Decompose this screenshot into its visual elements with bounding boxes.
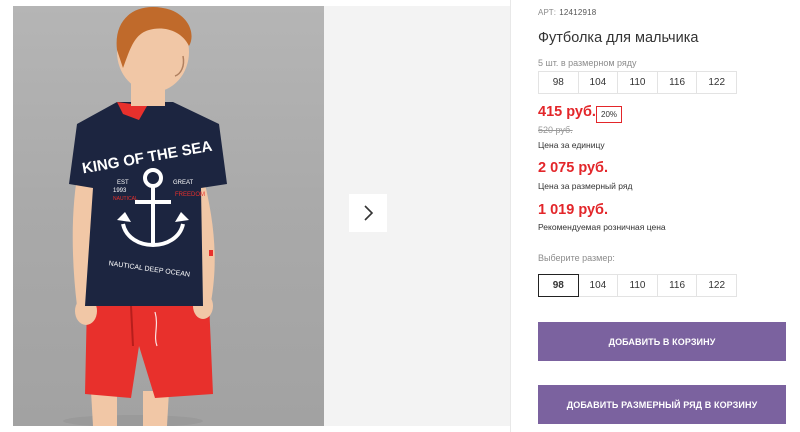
size-option-122[interactable]: 122 bbox=[696, 274, 737, 297]
size-row-item: 122 bbox=[696, 71, 737, 94]
discount-badge: 20% bbox=[596, 106, 623, 123]
size-option-110[interactable]: 110 bbox=[617, 274, 658, 297]
row-price-caption: Цена за размерный ряд bbox=[538, 181, 633, 191]
product-gallery: KING OF THE SEA EST 1993 NAUTICAL GREAT … bbox=[0, 0, 511, 432]
size-option-104[interactable]: 104 bbox=[577, 274, 619, 297]
row-price: 2 075 руб. bbox=[538, 160, 609, 176]
size-row-item: 104 bbox=[577, 71, 619, 94]
unit-price: 415 руб. bbox=[538, 104, 596, 120]
gallery-next-button[interactable] bbox=[349, 194, 387, 232]
size-option-98[interactable]: 98 bbox=[538, 274, 579, 297]
sku: АРТ: 12412918 bbox=[538, 8, 596, 17]
retail-price-caption: Рекомендуемая розничная цена bbox=[538, 222, 666, 232]
choose-size-label: Выберите размер: bbox=[538, 253, 615, 263]
add-size-row-to-cart-button[interactable]: ДОБАВИТЬ РАЗМЕРНЫЙ РЯД В КОРЗИНУ bbox=[538, 385, 786, 424]
size-row-info: 5 шт. в размерном ряду bbox=[538, 58, 637, 68]
retail-price: 1 019 руб. bbox=[538, 202, 609, 218]
size-row-item: 110 bbox=[617, 71, 658, 94]
add-to-cart-button[interactable]: ДОБАВИТЬ В КОРЗИНУ bbox=[538, 322, 786, 361]
unit-price-caption: Цена за единицу bbox=[538, 140, 605, 150]
size-option-116[interactable]: 116 bbox=[656, 274, 698, 297]
page-title: Футболка для мальчика bbox=[538, 30, 699, 46]
chevron-right-icon bbox=[364, 205, 374, 221]
sku-label: АРТ: bbox=[538, 8, 557, 17]
size-row-item: 98 bbox=[538, 71, 579, 94]
sku-value: 12412918 bbox=[559, 8, 597, 17]
product-details: АРТ: 12412918 Футболка для мальчика 5 шт.… bbox=[511, 0, 800, 432]
svg-text:FREEDOM: FREEDOM bbox=[175, 192, 205, 198]
size-row-list: 98 104 110 116 122 bbox=[538, 71, 737, 94]
svg-text:NAUTICAL: NAUTICAL bbox=[113, 196, 138, 202]
svg-text:GREAT: GREAT bbox=[173, 180, 194, 186]
product-photo[interactable]: KING OF THE SEA EST 1993 NAUTICAL GREAT … bbox=[13, 6, 324, 426]
svg-text:1993: 1993 bbox=[113, 188, 127, 194]
product-photo-illustration: KING OF THE SEA EST 1993 NAUTICAL GREAT … bbox=[63, 7, 227, 426]
size-row-item: 116 bbox=[656, 71, 698, 94]
old-price: 520 руб. bbox=[538, 125, 573, 135]
svg-text:EST: EST bbox=[117, 180, 129, 186]
size-selector: 98 104 110 116 122 bbox=[538, 274, 737, 297]
